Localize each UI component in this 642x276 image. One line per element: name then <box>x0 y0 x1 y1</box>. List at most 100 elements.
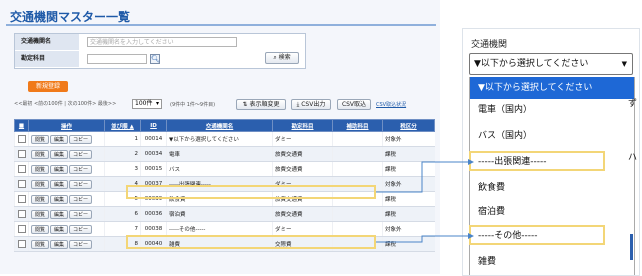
copy-button[interactable]: コピー <box>69 239 93 249</box>
csv-import-status-link[interactable]: CSV取込状況 <box>376 101 406 108</box>
background-fragment-bar <box>630 234 633 260</box>
search-button-label: 検索 <box>278 54 291 61</box>
copy-button[interactable]: コピー <box>69 179 93 189</box>
copy-button[interactable]: コピー <box>69 149 93 159</box>
csv-import-button[interactable]: CSV取込 <box>337 99 371 110</box>
row-checkbox[interactable] <box>17 195 26 203</box>
view-button[interactable]: 閲覧 <box>31 209 50 219</box>
csv-export-button[interactable]: ⤓ CSV出力 <box>291 99 331 110</box>
copy-button[interactable]: コピー <box>69 209 93 219</box>
copy-button[interactable]: コピー <box>69 194 93 204</box>
col-header-id[interactable]: ID <box>140 119 167 132</box>
table-row: 閲覧 編集 コピー 6 00036 宿泊費 旅費交通費 課税 <box>14 206 435 222</box>
col-header-sub-subject[interactable]: 補助科目 <box>332 119 383 132</box>
view-button[interactable]: 閲覧 <box>31 239 50 249</box>
row-id: 00034 <box>140 146 167 162</box>
option-misc[interactable]: 雑費 <box>470 251 634 273</box>
edit-button[interactable]: 編集 <box>50 149 69 159</box>
option-bus[interactable]: バス（国内） <box>470 125 634 147</box>
title-divider <box>6 24 436 26</box>
page-title: 交通機関マスター一覧 <box>10 10 131 24</box>
row-actions: 閲覧 編集 コピー <box>28 146 105 162</box>
view-button[interactable]: 閲覧 <box>31 149 50 159</box>
table-row: 閲覧 編集 コピー 1 00014 ▼以下から選択してください ダミー 対象外 <box>14 131 435 147</box>
subject-search-input[interactable] <box>87 54 147 64</box>
option-meals[interactable]: 飲食費 <box>470 177 634 199</box>
pager-links[interactable]: <<最初 <前の100件 | 次の100件> 最後>> <box>14 100 116 107</box>
col-header-order[interactable]: 並び順 ▲ <box>104 119 141 132</box>
row-checkbox-cell <box>14 146 29 162</box>
row-sub-subject <box>332 146 383 162</box>
row-name: ▼以下から選択してください <box>166 131 273 147</box>
subject-lookup-icon[interactable]: 🔍︎ <box>150 54 160 64</box>
row-tax: 課税 <box>382 146 435 162</box>
highlight-business-trip-option <box>469 151 605 171</box>
search-button[interactable]: ⌕ 検索 <box>265 52 299 64</box>
row-checkbox-cell <box>14 191 29 207</box>
row-order: 3 <box>104 161 141 177</box>
table-row: 閲覧 編集 コピー 2 00034 電車 旅費交通費 課税 <box>14 146 435 162</box>
master-list-panel: 交通機関マスター一覧 交通機関名 交通機関名を入力してください 勘定科目 🔍︎ … <box>0 0 440 274</box>
row-sub-subject <box>332 206 383 222</box>
new-register-button[interactable]: 新規登録 <box>28 81 68 92</box>
select-all-checkbox[interactable]: ■ <box>14 119 29 132</box>
highlight-business-trip-row <box>126 185 376 199</box>
option-train[interactable]: 電車（国内） <box>470 99 634 121</box>
row-checkbox[interactable] <box>17 240 26 248</box>
per-page-select[interactable]: 100件 ▾ <box>132 99 162 109</box>
row-id: 00015 <box>140 161 167 177</box>
row-tax: 対象外 <box>382 221 435 237</box>
row-checkbox-cell <box>14 176 29 192</box>
chevron-down-icon: ▾ <box>155 100 159 107</box>
transport-select[interactable]: ▼以下から選択してください ▼ <box>469 53 633 75</box>
view-button[interactable]: 閲覧 <box>31 179 50 189</box>
edit-button[interactable]: 編集 <box>50 194 69 204</box>
row-checkbox[interactable] <box>17 225 26 233</box>
row-tax: 課税 <box>382 206 435 222</box>
sort-icon: ⇅ <box>242 101 248 108</box>
edit-button[interactable]: 編集 <box>50 239 69 249</box>
view-button[interactable]: 閲覧 <box>31 194 50 204</box>
option-lodging[interactable]: 宿泊費 <box>470 201 634 223</box>
row-checkbox-cell <box>14 131 29 147</box>
copy-button[interactable]: コピー <box>69 164 93 174</box>
col-header-name[interactable]: 交通機関名 <box>166 119 273 132</box>
edit-button[interactable]: 編集 <box>50 224 69 234</box>
highlight-other-option <box>469 225 605 245</box>
view-button[interactable]: 閲覧 <box>31 164 50 174</box>
row-name: 宿泊費 <box>166 206 273 222</box>
row-tax: 対象外 <box>382 131 435 147</box>
transport-option-list: ▼以下から選択してください 電車（国内） バス（国内） -----出張関連---… <box>469 77 635 275</box>
subject-label: 勘定科目 <box>15 51 79 67</box>
row-checkbox[interactable] <box>17 165 26 173</box>
row-tax: 課税 <box>382 161 435 177</box>
row-actions: 閲覧 編集 コピー <box>28 131 105 147</box>
name-search-input[interactable]: 交通機関名を入力してください <box>87 37 237 47</box>
edit-button[interactable]: 編集 <box>50 164 69 174</box>
row-order: 6 <box>104 206 141 222</box>
view-button[interactable]: 閲覧 <box>31 134 50 144</box>
row-checkbox[interactable] <box>17 210 26 218</box>
col-header-subject[interactable]: 勘定科目 <box>272 119 333 132</box>
row-subject: 旅費交通費 <box>272 146 333 162</box>
copy-button[interactable]: コピー <box>69 224 93 234</box>
edit-button[interactable]: 編集 <box>50 209 69 219</box>
col-header-tax[interactable]: 税区分 <box>382 119 435 132</box>
edit-button[interactable]: 編集 <box>50 134 69 144</box>
transport-select-value: ▼以下から選択してください <box>474 59 589 69</box>
copy-button[interactable]: コピー <box>69 134 93 144</box>
view-button[interactable]: 閲覧 <box>31 224 50 234</box>
csv-export-label: CSV出力 <box>301 101 326 108</box>
row-checkbox[interactable] <box>17 150 26 158</box>
row-id: 00036 <box>140 206 167 222</box>
order-change-button[interactable]: ⇅ 表示順変更 <box>236 99 286 110</box>
row-checkbox[interactable] <box>17 180 26 188</box>
row-actions: 閲覧 編集 コピー <box>28 221 105 237</box>
row-sub-subject <box>332 131 383 147</box>
row-checkbox-cell <box>14 236 29 252</box>
table-header-row: ■ 操作 並び順 ▲ ID 交通機関名 勘定科目 補助科目 税区分 <box>14 119 435 132</box>
option-placeholder[interactable]: ▼以下から選択してください <box>470 77 634 99</box>
row-checkbox[interactable] <box>17 135 26 143</box>
edit-button[interactable]: 編集 <box>50 179 69 189</box>
row-actions: 閲覧 編集 コピー <box>28 206 105 222</box>
